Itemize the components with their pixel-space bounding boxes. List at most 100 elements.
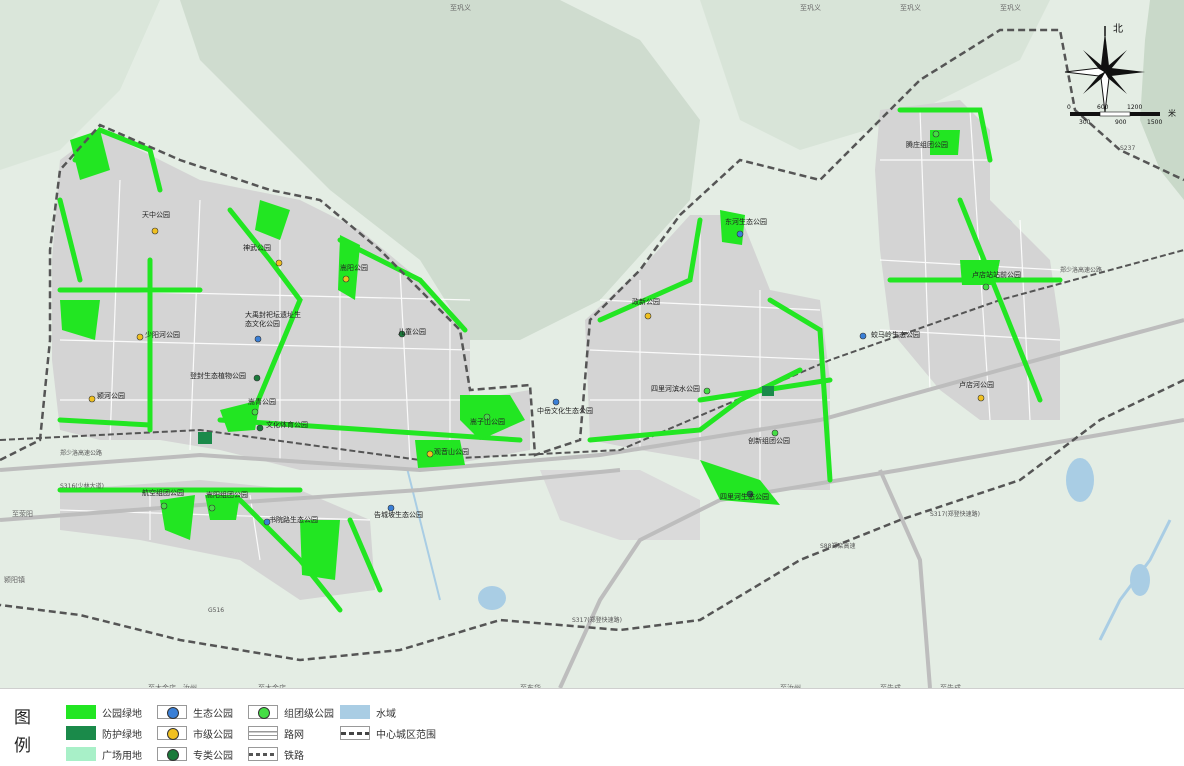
legend-swatch [66,747,96,761]
water-body-south [478,586,506,610]
scale-tick-label: 300 [1079,119,1091,126]
municipal-park-marker [644,312,652,320]
municipal-park-marker [151,227,159,235]
park-label: 儿童公园 [398,327,426,336]
municipal-park-marker [426,450,434,458]
municipal-park-marker [88,395,96,403]
municipal-park-marker [275,259,283,267]
legend: 图 例 公园绿地防护绿地广场用地 生态公园市级公园专类公园 组团级公园路网铁路 水域中… [0,688,1184,766]
group-park-marker [771,429,779,437]
park-label: 政新公园 [632,297,660,306]
special-park-marker [256,424,264,432]
edge-label: 至巩义 [800,4,821,12]
ecological-park-marker [552,398,560,406]
edge-label: 颍阳镇 [4,575,25,584]
legend-item: 中心城区范围 [340,726,450,742]
park-label: 嵩子山公园 [470,417,505,426]
park-label: 四里河滨水公园 [651,384,700,393]
legend-title-2: 例 [14,736,31,756]
park-label: 蛟马岭生态公园 [871,330,920,339]
legend-swatch [340,705,370,719]
road-label: S317(郑登快速路) [572,616,622,624]
edge-label: 至巩义 [900,4,921,12]
park-label: 颍河公园 [97,392,125,400]
legend-label: 组团级公园 [284,709,334,720]
road-label: S237 [1120,145,1135,152]
legend-swatch [157,705,187,719]
park-label: 卢店站站前公园 [972,270,1021,279]
ecological-park-marker [736,230,744,238]
edge-label: 至巩义 [450,4,471,12]
group-park-marker [251,408,259,416]
group-park-marker [703,387,711,395]
road-label: S316(少林大道) [60,482,104,490]
legend-label: 市级公园 [193,730,233,741]
group-park-marker [932,130,940,138]
park-label: 嵩青公园 [248,397,276,406]
legend-swatch [340,726,370,740]
park-label: 航空组团公园 [142,488,184,497]
park-label: 腾庄组团公园 [906,140,948,149]
group-park-marker [208,504,216,512]
group-park-marker [982,283,990,291]
park-label: 卢店河公园 [959,380,994,389]
road-label: S317(郑登快速路) [930,510,980,518]
legend-swatch [157,726,187,740]
scale-tick-label: 0 [1067,104,1071,111]
edge-label: 至荥阳 [12,509,33,518]
park-label: 少阳河公园 [145,330,180,339]
water-body-east [1066,458,1094,502]
legend-dot-icon [258,707,270,719]
legend-item: 水域 [340,705,450,721]
road-label: 郑少洛高速公路 [1060,266,1102,274]
legend-label: 中心城区范围 [376,730,436,741]
special-park-marker [253,374,261,382]
legend-swatch [66,705,96,719]
legend-item: 铁路 [248,747,358,763]
park-label: 大禹封祀坛遗址生 [245,310,301,319]
park-label: 中岳文化生态公园 [537,406,593,415]
legend-label: 路网 [284,730,304,741]
park-label: 创新组团公园 [748,436,790,445]
park-label: 文化体育公园 [266,420,308,429]
scale-tick-label: 1500 [1147,119,1162,126]
legend-dot-icon [167,707,179,719]
north-label: 北 [1113,23,1123,35]
legend-swatch [157,747,187,761]
park-label: 嵩阳组团公园 [206,490,248,499]
municipal-park-marker [977,394,985,402]
road-label: 郑少洛高速公路 [60,449,102,457]
legend-dot-icon [167,749,179,761]
park-label: 登封生态植物公园 [190,371,246,380]
edge-label: 至巩义 [1000,4,1021,12]
legend-swatch [248,726,278,740]
legend-label: 防护绿地 [102,730,142,741]
legend-swatch [248,705,278,719]
road-label: G516 [208,607,224,614]
road-label: S88郑栾高速 [820,542,855,550]
ecological-park-marker [254,335,262,343]
park-label: 嵩阳公园 [340,263,368,272]
legend-title-1: 图 [14,708,31,728]
park-label: 告城坡生态公园 [374,510,423,519]
legend-label: 铁路 [284,751,304,762]
park-label: 东河生态公园 [725,217,767,226]
scale-tick-label: 1200 [1127,104,1142,111]
park-label: 书院路生态公园 [269,515,318,524]
legend-label: 广场用地 [102,751,142,762]
park-label: 四里河生态公园 [720,492,769,501]
legend-swatch [66,726,96,740]
group-park-marker [160,502,168,510]
legend-label: 公园绿地 [102,709,142,720]
scale-unit: 米 [1168,108,1176,118]
water-body-far-east [1130,564,1150,596]
scale-tick-label: 900 [1115,119,1127,126]
park-label: 神武公园 [243,243,271,252]
legend-label: 生态公园 [193,709,233,720]
legend-label: 专类公园 [193,751,233,762]
municipal-park-marker [136,333,144,341]
legend-dot-icon [167,728,179,740]
ecological-park-marker [859,332,867,340]
park-label: 观音山公园 [434,447,469,456]
scale-tick-label: 600 [1097,104,1109,111]
